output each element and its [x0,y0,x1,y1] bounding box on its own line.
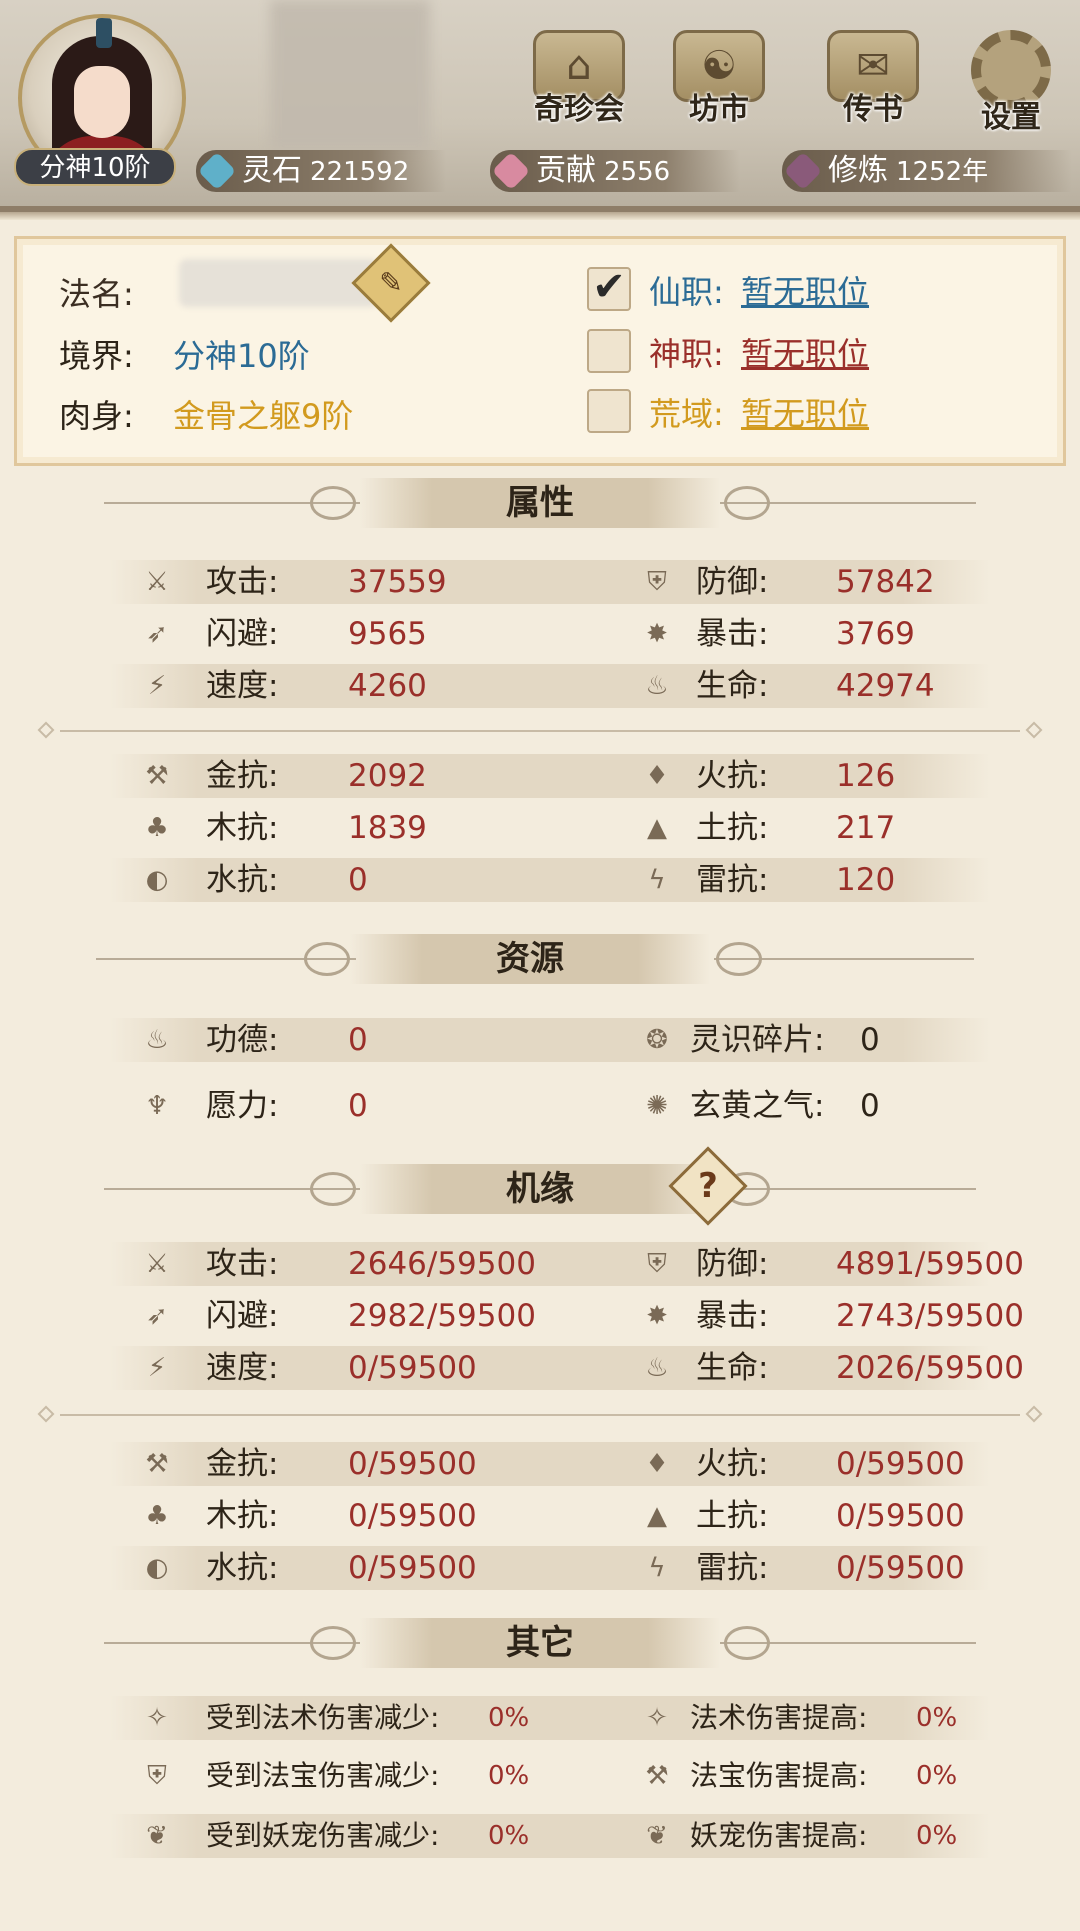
top-bar: 分神10阶 ⌂ 奇珍会 ☯ 坊市 ✉ 传书 设置 灵石 221592 贡献 2556… [0,0,1080,220]
wild-domain-label: 荒域: [649,395,724,433]
wood-resist-icon: ♣ [145,1501,169,1531]
defense-icon: ⛨ [647,1249,667,1279]
speed-icon: ⚡ [147,1353,167,1383]
metal-resist-icon: ⚒ [145,1449,169,1479]
stat-row: ⚒ 金抗: 2092 ♦ 火抗: 126 [110,754,990,798]
wish-power-icon: ♆ [145,1091,169,1121]
stat-row: ⚡ 速度: 4260 ♨ 生命: 42974 [110,664,990,708]
stat-row: ⚡ 速度: 0/59500 ♨ 生命: 2026/59500 [110,1346,1024,1390]
divider [37,1405,1043,1423]
stat-row: ⚔ 攻击: 2646/59500 ⛨ 防御: 4891/59500 [110,1242,1024,1286]
resource-xuanhuang-qi-value: 0 [860,1088,880,1124]
name-label: 法名: [59,275,134,313]
blurred-name-value [179,259,379,307]
spell-icon: ✧ [146,1703,168,1733]
soul-fragment-icon: ❂ [646,1025,668,1055]
divine-post-link[interactable]: 暂无职位 [741,329,869,375]
question-icon: ? [698,1166,718,1206]
realm-label: 境界: [59,337,134,375]
water-resist-icon: ◐ [145,865,169,895]
rename-button[interactable]: ✎ [351,243,431,323]
contribution-icon [491,151,531,191]
stat-row: ◐ 水抗: 0 ϟ 雷抗: 120 [110,858,990,902]
stat-row: ✧ 受到法术伤害减少: 0% ✧ 法术伤害提高: 0% [110,1696,990,1740]
fire-resist-icon: ♦ [645,1449,669,1479]
stat-row: ◐ 水抗: 0/59500 ϟ 雷抗: 0/59500 [110,1546,990,1590]
critical-icon: ✸ [646,1301,668,1331]
resources-header: 资源 [0,934,1080,984]
resource-soul-fragment-value: 0 [860,1022,880,1058]
stat-row: ❦ 受到妖宠伤害减少: 0% ❦ 妖宠伤害提高: 0% [110,1814,990,1858]
other-header: 其它 [0,1618,1080,1668]
settings-button[interactable]: 设置 [956,30,1066,140]
stat-row: ♣ 木抗: 0/59500 ▲ 土抗: 0/59500 [110,1494,990,1538]
critical-icon: ✸ [646,619,668,649]
stat-row: ♨ 功德: 0 ❂ 灵识碎片: [110,1018,990,1062]
treasure-fair-button[interactable]: ⌂ 奇珍会 [524,30,634,140]
stat-row: ⚒ 金抗: 0/59500 ♦ 火抗: 0/59500 [110,1442,990,1486]
stat-row: ⛨ 受到法宝伤害减少: 0% ⚒ 法宝伤害提高: 0% [110,1754,990,1798]
defense-icon: ⛨ [647,567,667,597]
stat-row: ♆ 愿力: 0 ✺ 玄黄之气: [110,1084,990,1128]
spirit-stone-icon [197,151,237,191]
dodge-icon: ➶ [146,619,168,649]
cultivation-icon [783,151,823,191]
immortal-post-link[interactable]: 暂无职位 [741,267,869,313]
attack-icon: ⚔ [145,1249,169,1279]
wild-domain-checkbox[interactable] [587,389,631,433]
shield-icon: ⛨ [147,1761,167,1791]
divine-post-checkbox[interactable] [587,329,631,373]
dodge-icon: ➶ [146,1301,168,1331]
life-icon: ♨ [645,1353,669,1383]
xuanhuang-qi-icon: ✺ [646,1091,668,1121]
stat-row: ➶ 闪避: 9565 ✸ 暴击: 3769 [110,612,990,656]
attack-icon: ⚔ [145,567,169,597]
body-value: 金骨之躯9阶 [173,397,354,435]
wood-resist-icon: ♣ [145,813,169,843]
contribution-counter: 贡献 2556 [490,150,740,192]
stat-row: ➶ 闪避: 2982/59500 ✸ 暴击: 2743/59500 [110,1294,1024,1338]
spell-icon: ✧ [646,1703,668,1733]
thunder-resist-icon: ϟ [648,865,666,895]
realm-value: 分神10阶 [173,337,310,375]
rank-badge: 分神10阶 [14,148,176,186]
stat-row: ♣ 木抗: 1839 ▲ 土抗: 217 [110,806,990,850]
earth-resist-icon: ▲ [647,813,667,843]
sword-icon: ⚒ [645,1761,669,1791]
pet-icon: ❦ [146,1821,168,1851]
life-icon: ♨ [645,671,669,701]
immortal-post-label: 仙职: [649,273,724,311]
speed-icon: ⚡ [147,671,167,701]
spirit-stone-counter: 灵石 221592 [196,150,446,192]
stat-row: ⚔ 攻击: 37559 ⛨ 防御: 57842 [110,560,990,604]
profile-panel: 法名: ✎ 境界: 分神10阶 肉身: 金骨之躯9阶 ✔ 仙职: 暂无职位 神职… [14,236,1066,466]
pet-icon: ❦ [646,1821,668,1851]
thunder-resist-icon: ϟ [648,1553,666,1583]
market-button[interactable]: ☯ 坊市 [664,30,774,140]
divine-post-label: 神职: [649,335,724,373]
immortal-post-checkbox[interactable]: ✔ [587,267,631,311]
fire-resist-icon: ♦ [645,761,669,791]
letter-button[interactable]: ✉ 传书 [818,30,928,140]
brush-icon: ✎ [379,266,403,299]
attributes-header: 属性 [0,478,1080,528]
wild-domain-link[interactable]: 暂无职位 [741,389,869,435]
water-resist-icon: ◐ [145,1553,169,1583]
metal-resist-icon: ⚒ [145,761,169,791]
merit-icon: ♨ [145,1025,169,1055]
cultivation-time-counter: 修炼 1252年 [782,150,1072,192]
divider [37,721,1043,739]
earth-resist-icon: ▲ [647,1501,667,1531]
body-label: 肉身: [59,397,134,435]
fortune-header: 机缘 [0,1164,1080,1214]
blurred-player-name [270,0,430,150]
